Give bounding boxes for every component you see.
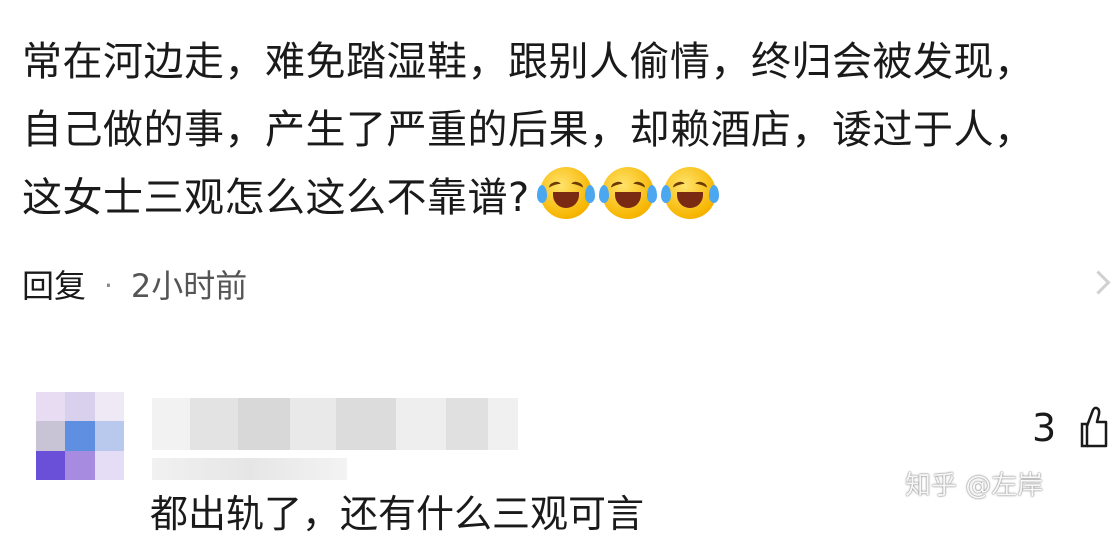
reply-text: 都出轨了，还有什么三观可言 xyxy=(150,492,645,536)
username[interactable] xyxy=(152,398,518,450)
comment-line-3: 这女士三观怎么这么不靠谱? xyxy=(22,164,1102,232)
meta-separator: · xyxy=(104,269,113,302)
comment-line-1: 常在河边走，难免踏湿鞋，跟别人偷情，终归会被发现， xyxy=(22,39,1035,85)
like-count: 3 xyxy=(1032,406,1057,450)
laughing-tears-icon xyxy=(536,167,595,219)
reply-button[interactable]: 回复 xyxy=(22,262,86,310)
comment-body: 常在河边走，难免踏湿鞋，跟别人偷情，终归会被发现， 自己做的事，产生了严重的后果… xyxy=(22,28,1102,232)
laughing-tears-icon xyxy=(660,167,719,219)
avatar[interactable] xyxy=(36,392,124,480)
comment-line-3-text: 这女士三观怎么这么不靠谱? xyxy=(22,175,530,221)
comment-meta: 回复 · 2小时前 xyxy=(22,262,247,310)
user-subline xyxy=(152,458,347,480)
comment-line-2: 自己做的事，产生了严重的后果，却赖酒店，诿过于人， xyxy=(22,107,1035,153)
thumbs-up-icon[interactable] xyxy=(1078,404,1108,448)
chevron-right-icon[interactable] xyxy=(1086,270,1111,295)
timestamp: 2小时前 xyxy=(130,267,248,305)
laughing-tears-icon xyxy=(598,167,657,219)
watermark: 知乎 @左岸 xyxy=(905,471,1044,501)
